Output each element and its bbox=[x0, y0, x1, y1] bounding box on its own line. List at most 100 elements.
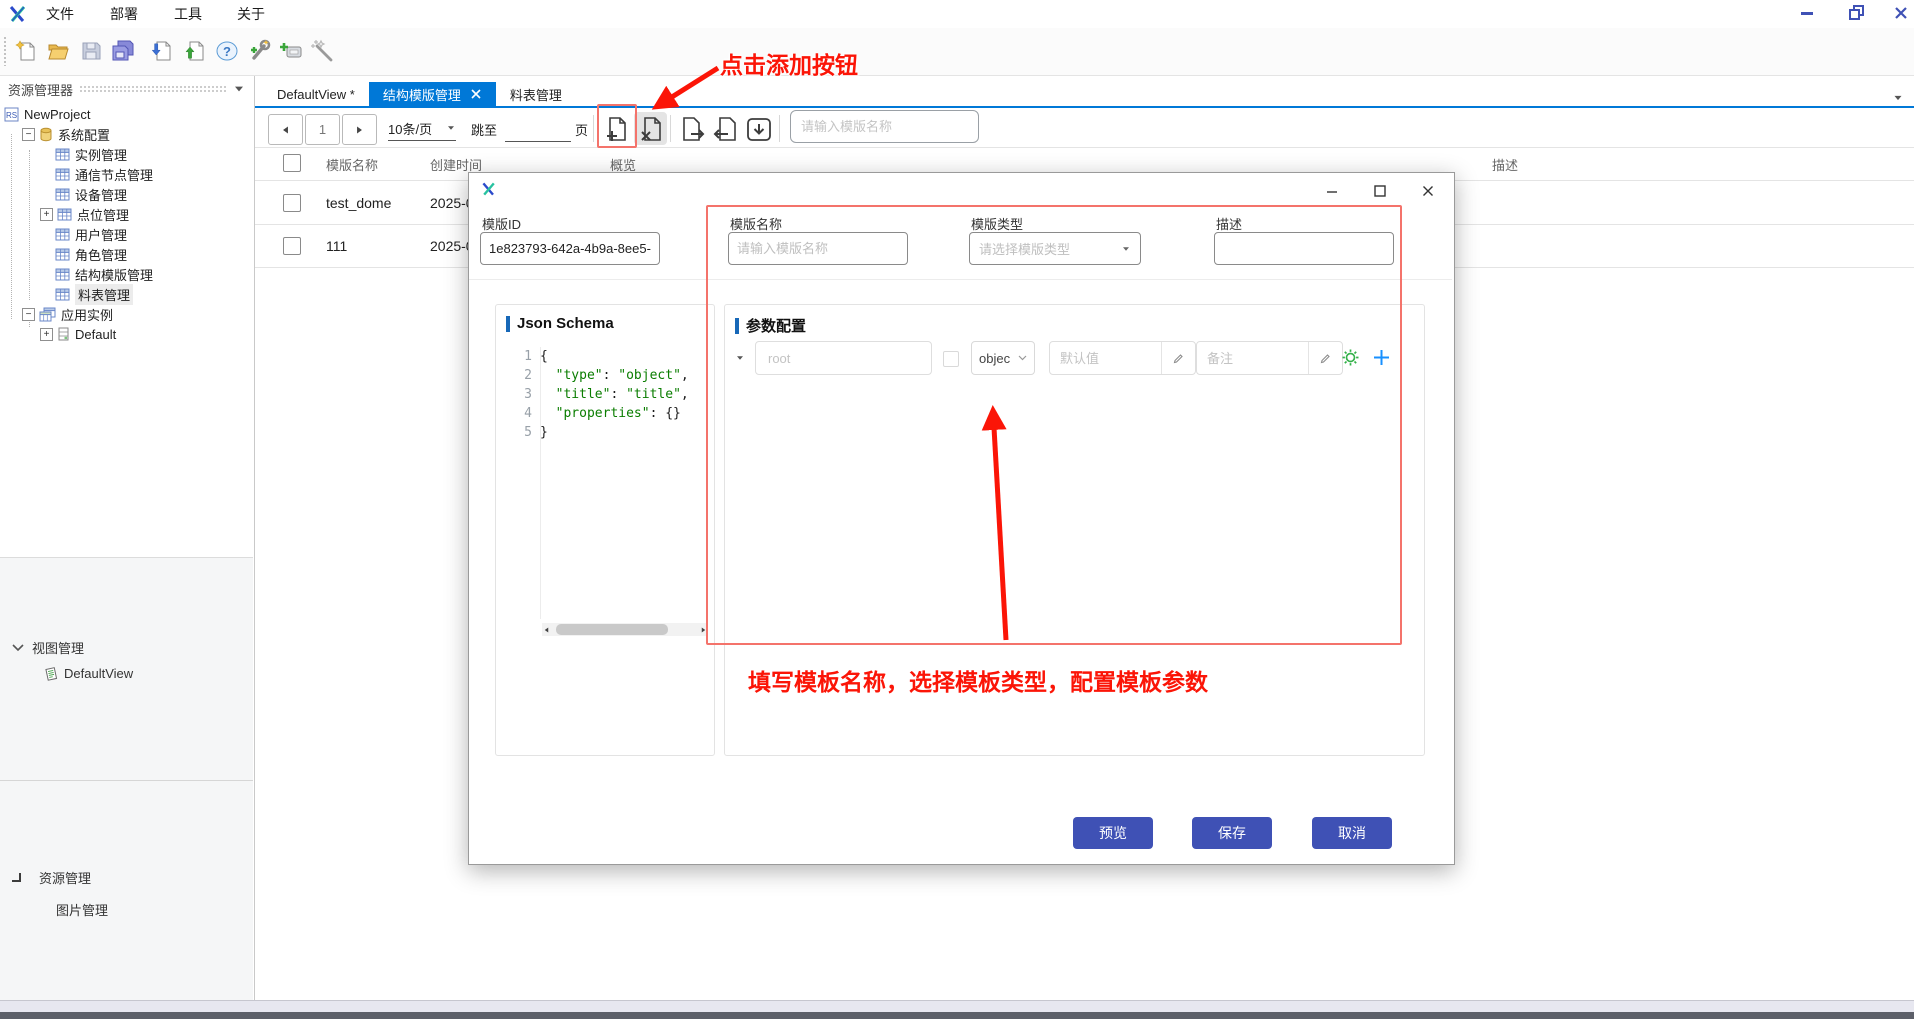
tab-list-dropdown-icon[interactable] bbox=[1893, 88, 1903, 106]
expand-icon[interactable]: + bbox=[40, 328, 53, 341]
tab-material-table[interactable]: 料表管理 bbox=[496, 82, 576, 106]
field-desc-input[interactable] bbox=[1214, 232, 1394, 265]
save-icon[interactable] bbox=[77, 37, 105, 65]
explorer-collapse-icon[interactable] bbox=[235, 87, 243, 92]
field-id-input[interactable] bbox=[480, 232, 660, 265]
preview-button[interactable]: 预览 bbox=[1073, 817, 1153, 849]
scroll-right-icon[interactable] bbox=[702, 627, 706, 632]
tab-label: 料表管理 bbox=[510, 85, 562, 104]
import-template-button[interactable] bbox=[709, 112, 742, 145]
tree-item-label: 应用实例 bbox=[61, 305, 113, 324]
add-param-icon[interactable] bbox=[1373, 349, 1390, 371]
tree-item-5[interactable]: +点位管理 bbox=[40, 204, 129, 224]
tree-item-project[interactable]: RSNewProject bbox=[4, 104, 90, 124]
open-folder-icon[interactable] bbox=[44, 37, 72, 65]
scroll-left-icon[interactable] bbox=[545, 627, 549, 632]
tree-item-6[interactable]: 用户管理 bbox=[40, 224, 127, 244]
column-header-desc[interactable]: 描述 bbox=[1492, 155, 1518, 174]
tree-item-2[interactable]: 实例管理 bbox=[40, 144, 127, 164]
section-resource-management[interactable]: 资源管理 bbox=[12, 868, 91, 887]
dialog-minimize-icon[interactable] bbox=[1317, 181, 1347, 201]
prev-page-button[interactable] bbox=[268, 114, 303, 145]
view-item-defaultview[interactable]: DefaultView bbox=[44, 666, 133, 681]
param-note-input[interactable] bbox=[1197, 342, 1308, 374]
tree-item-4[interactable]: 设备管理 bbox=[40, 184, 127, 204]
add-connection-icon[interactable] bbox=[277, 37, 305, 65]
json-schema-header: Json Schema bbox=[506, 315, 614, 332]
tree-item-9[interactable]: 料表管理 bbox=[40, 284, 133, 304]
save-all-icon[interactable] bbox=[109, 37, 137, 65]
menu-file[interactable]: 文件 bbox=[46, 4, 74, 24]
row-checkbox[interactable] bbox=[283, 237, 301, 255]
section-view-management[interactable]: 视图管理 bbox=[12, 638, 84, 657]
menu-deploy[interactable]: 部署 bbox=[110, 4, 138, 24]
column-header-name[interactable]: 模版名称 bbox=[326, 155, 378, 174]
export-icon[interactable] bbox=[180, 37, 208, 65]
param-default-input[interactable] bbox=[1050, 342, 1161, 374]
tree-item-3[interactable]: 通信节点管理 bbox=[40, 164, 153, 184]
menu-tools[interactable]: 工具 bbox=[174, 4, 202, 24]
new-file-icon[interactable] bbox=[12, 37, 40, 65]
field-name-label: 模版名称 bbox=[730, 214, 782, 233]
param-type-select[interactable]: objec bbox=[971, 341, 1035, 375]
edit-default-button[interactable] bbox=[1161, 342, 1195, 374]
save-button[interactable]: 保存 bbox=[1192, 817, 1272, 849]
page-size-dropdown[interactable]: 10条/页 bbox=[388, 116, 456, 141]
field-name-input[interactable] bbox=[728, 232, 908, 265]
restore-button[interactable] bbox=[1840, 0, 1874, 26]
close-button[interactable] bbox=[1884, 0, 1914, 26]
line-number: 5 bbox=[496, 425, 540, 440]
next-page-button[interactable] bbox=[342, 114, 377, 145]
import-icon[interactable] bbox=[147, 37, 175, 65]
app-window: 文件 部署 工具 关于 bbox=[0, 0, 1914, 1019]
item-image-management[interactable]: 图片管理 bbox=[56, 900, 108, 919]
table-icon bbox=[55, 168, 70, 181]
horizontal-scrollbar[interactable] bbox=[542, 623, 708, 636]
code-editor[interactable]: 1{2 "type": "object",3 "title": "title",… bbox=[496, 347, 714, 619]
expand-icon[interactable]: + bbox=[40, 208, 53, 221]
json-schema-panel: Json Schema 1{2 "type": "object",3 "titl… bbox=[495, 304, 715, 756]
edit-note-button[interactable] bbox=[1308, 342, 1342, 374]
scrollbar-thumb[interactable] bbox=[556, 624, 668, 635]
param-name-input[interactable] bbox=[755, 341, 932, 375]
dialog-maximize-icon[interactable] bbox=[1365, 181, 1395, 201]
tree-item-label: 系统配置 bbox=[58, 125, 110, 144]
code-token: : bbox=[610, 387, 626, 402]
jump-to-input[interactable] bbox=[505, 116, 571, 142]
line-number: 3 bbox=[496, 387, 540, 402]
tree-item-1[interactable]: − 系统配置 bbox=[22, 124, 110, 144]
minimize-button[interactable] bbox=[1790, 0, 1824, 26]
menu-about[interactable]: 关于 bbox=[237, 4, 265, 24]
tab-defaultview[interactable]: DefaultView * bbox=[263, 82, 369, 106]
param-row-caret-icon[interactable] bbox=[737, 356, 743, 360]
template-edit-dialog: 模版ID 模版名称 模版类型 请选择模版类型 描述 Json Schema 1{… bbox=[468, 172, 1455, 865]
param-checkbox[interactable] bbox=[943, 351, 959, 367]
tree-item-7[interactable]: 角色管理 bbox=[40, 244, 127, 264]
template-search-input[interactable] bbox=[791, 119, 987, 134]
collapse-icon[interactable]: − bbox=[22, 128, 35, 141]
dialog-logo-icon bbox=[481, 181, 497, 202]
collapse-icon[interactable]: − bbox=[22, 308, 35, 321]
magic-wand-icon[interactable] bbox=[308, 37, 336, 65]
tree-item-11[interactable]: +Default bbox=[40, 324, 116, 344]
row-checkbox[interactable] bbox=[283, 194, 301, 212]
panel-title-bar bbox=[735, 318, 739, 334]
tab-close-icon[interactable] bbox=[470, 88, 482, 100]
deploy-wrench-icon[interactable] bbox=[245, 37, 273, 65]
current-page-box[interactable]: 1 bbox=[305, 114, 340, 145]
download-template-button[interactable] bbox=[742, 112, 775, 145]
param-settings-gear-icon[interactable] bbox=[1341, 348, 1360, 372]
field-type-select[interactable]: 请选择模版类型 bbox=[969, 232, 1141, 265]
add-template-button[interactable] bbox=[599, 112, 632, 145]
dialog-close-icon[interactable] bbox=[1413, 181, 1443, 201]
delete-template-button[interactable] bbox=[634, 112, 667, 145]
cancel-button[interactable]: 取消 bbox=[1312, 817, 1392, 849]
select-all-checkbox[interactable] bbox=[283, 154, 301, 172]
tree-item-8[interactable]: 结构模版管理 bbox=[40, 264, 153, 284]
help-icon[interactable]: ? bbox=[213, 37, 241, 65]
tab-structure-template[interactable]: 结构模版管理 bbox=[369, 82, 496, 106]
tab-label: DefaultView * bbox=[277, 87, 355, 102]
tree-item-10[interactable]: − 应用实例 bbox=[22, 304, 113, 324]
toolbar-grip[interactable] bbox=[3, 36, 7, 66]
export-template-button[interactable] bbox=[676, 112, 709, 145]
